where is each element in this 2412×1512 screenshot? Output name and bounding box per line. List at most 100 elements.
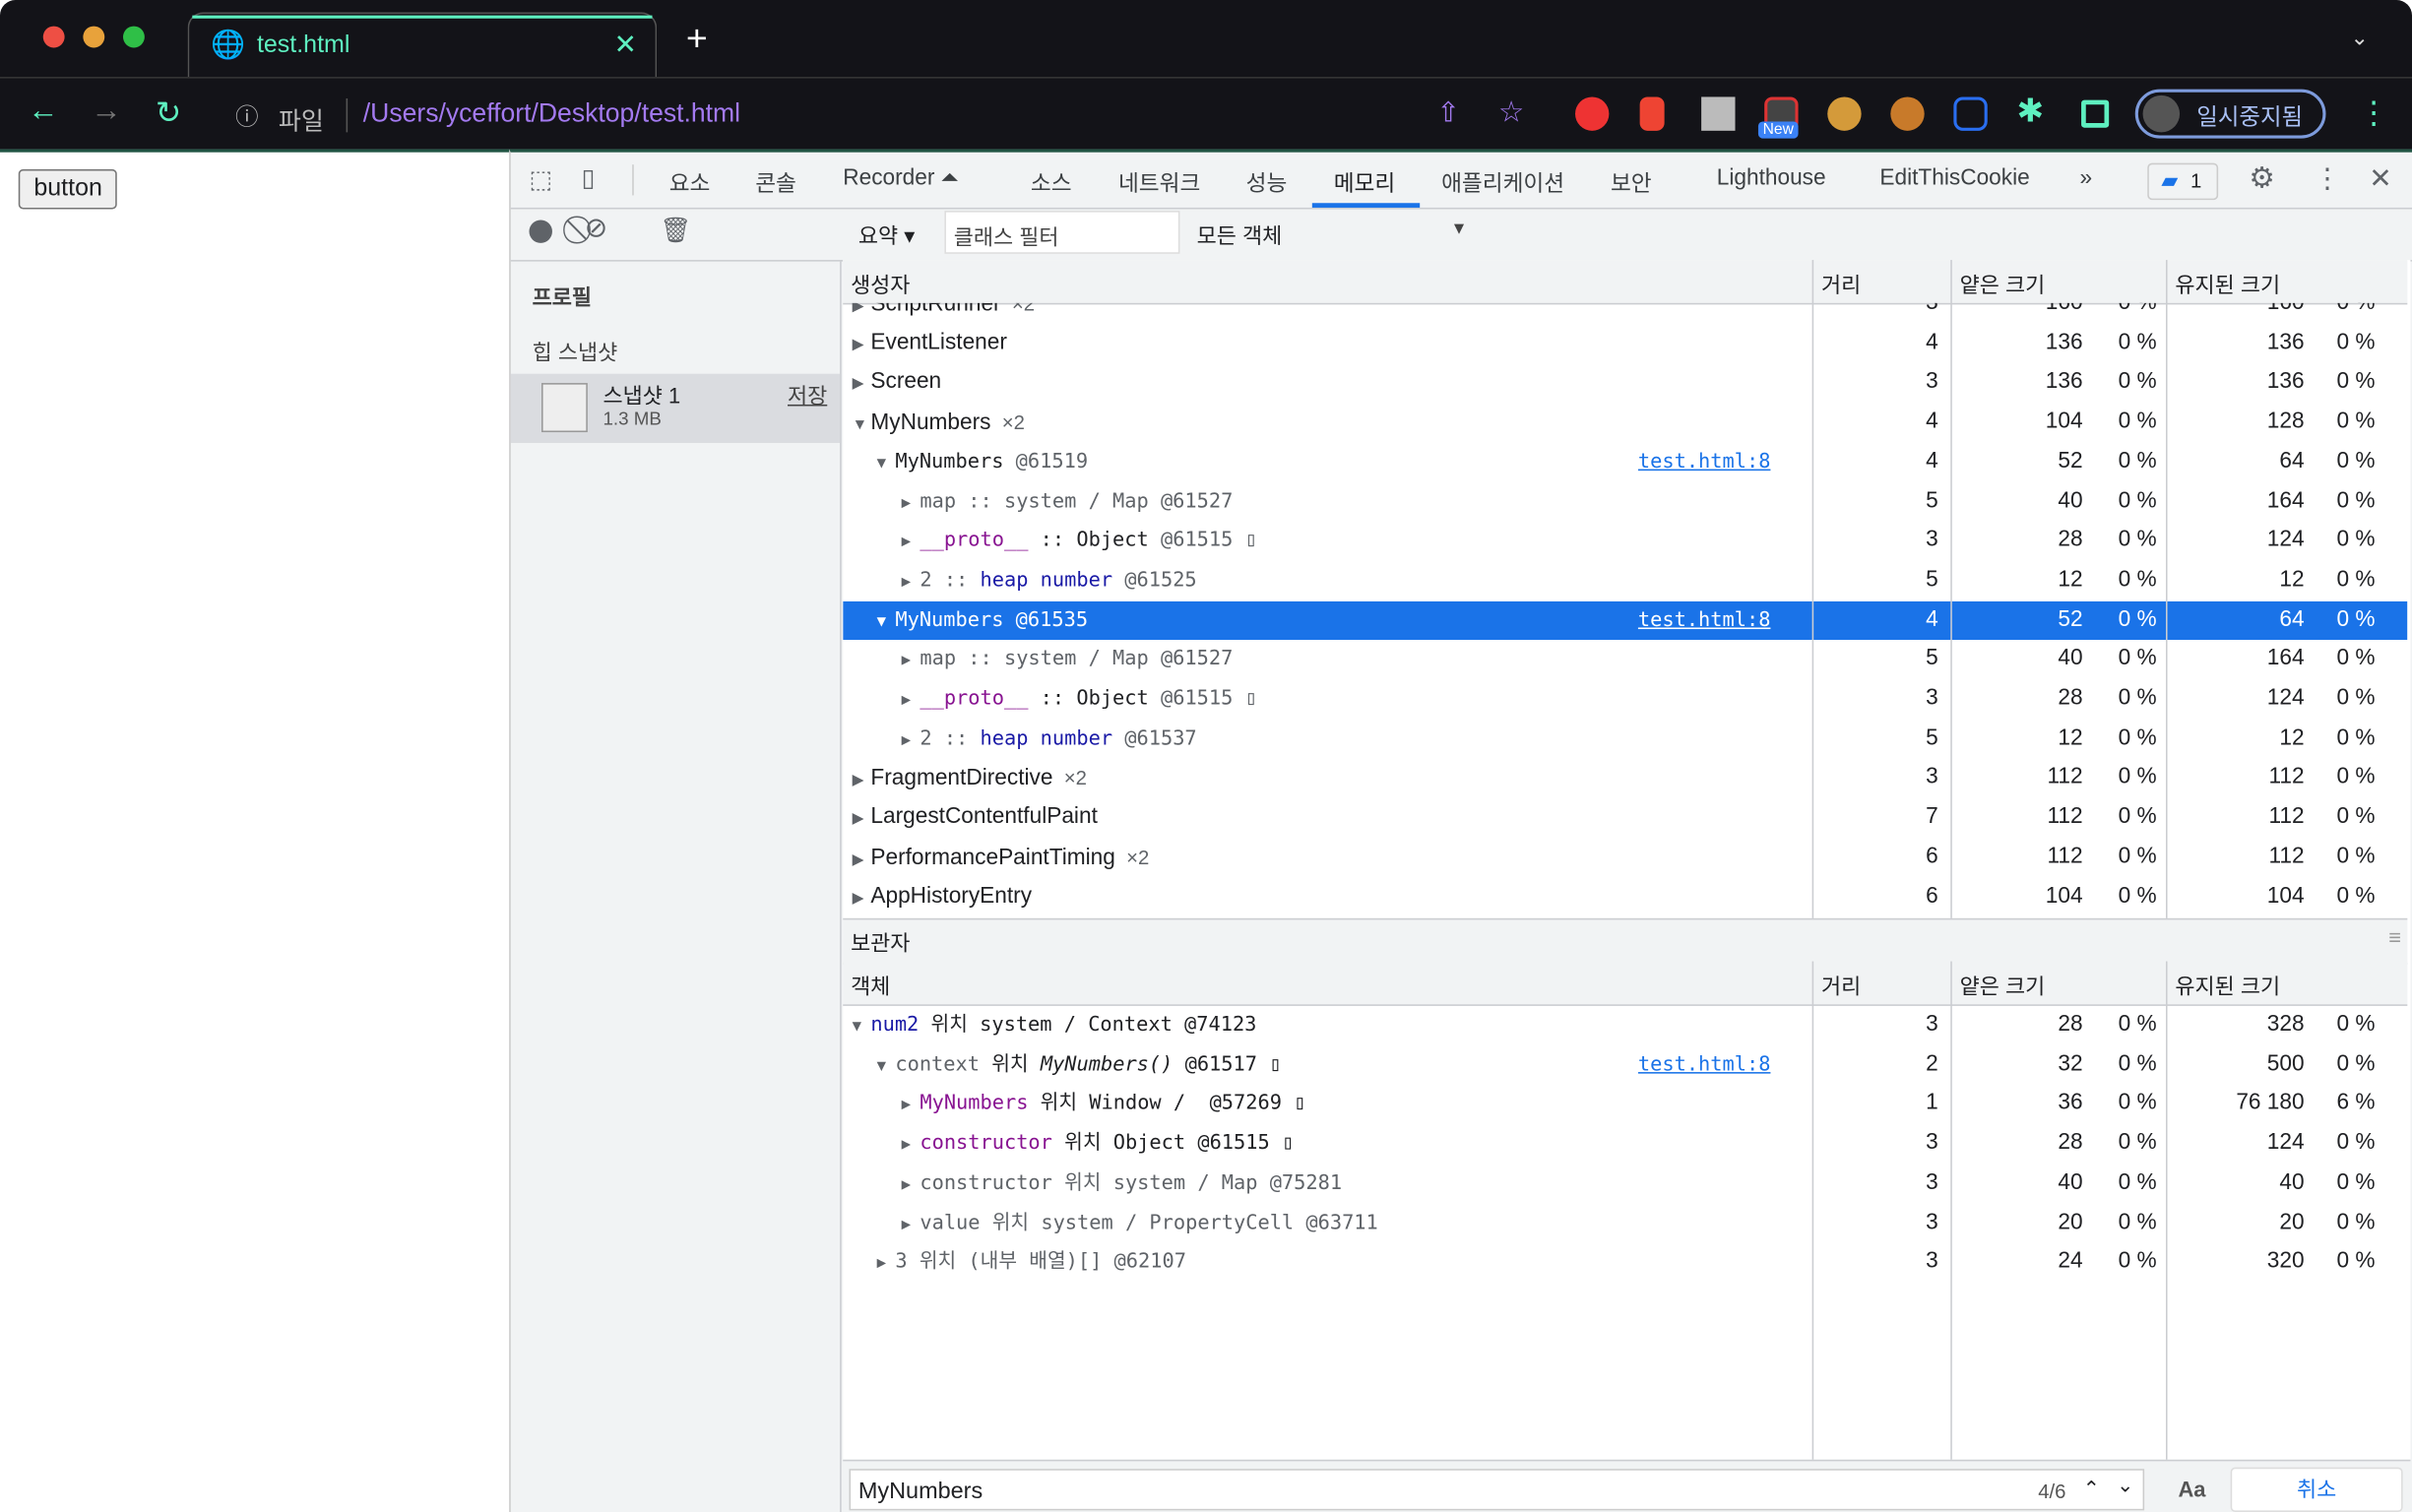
devtools-tab[interactable]: 콘솔: [755, 166, 796, 199]
col-constructor[interactable]: 생성자: [851, 269, 910, 299]
snapshot-item[interactable]: 스냅샷 1 1.3 MB 저장: [510, 373, 841, 443]
devtools-menu-icon[interactable]: ⋮: [2314, 163, 2341, 196]
adblock-extension-icon[interactable]: [1575, 96, 1610, 131]
close-devtools-icon[interactable]: ✕: [2369, 163, 2392, 196]
collapsed-triangle-icon[interactable]: ▶: [877, 1244, 896, 1284]
minimize-window-button[interactable]: [83, 26, 105, 48]
expanded-triangle-icon[interactable]: ▼: [877, 602, 896, 642]
table-row[interactable]: ▶ map :: system / Map @61527 5 40 0 % 164 0 %: [843, 640, 2407, 679]
table-row[interactable]: ▶ EventListener 4 136 0 % 136 0 %: [843, 324, 2407, 363]
close-window-button[interactable]: [42, 26, 65, 48]
devtools-tab[interactable]: 성능: [1246, 166, 1288, 199]
collapsed-triangle-icon[interactable]: ▶: [902, 563, 920, 602]
collapsed-triangle-icon[interactable]: ▶: [902, 721, 920, 760]
bookmark-star-icon[interactable]: ☆: [1498, 95, 1525, 131]
table-row[interactable]: ▶ ScriptRunner ×2 3 160 0 % 160 0 %: [843, 303, 2407, 324]
source-link[interactable]: test.html:8: [1638, 600, 1771, 640]
table-row[interactable]: ▶ 2 :: heap number @61537 5 12 0 % 12 0 %: [843, 720, 2407, 759]
expanded-triangle-icon[interactable]: ▼: [877, 1047, 896, 1087]
collapsed-triangle-icon[interactable]: ▶: [902, 1087, 920, 1126]
clear-all-icon[interactable]: ⊘: [585, 213, 608, 245]
source-link[interactable]: test.html:8: [1638, 443, 1771, 482]
browser-tab[interactable]: 🌐 test.html ✕: [187, 12, 658, 78]
table-row[interactable]: ▶ Screen 3 136 0 % 136 0 %: [843, 363, 2407, 403]
table-row[interactable]: ▶ FragmentDirective ×2 3 112 0 % 112 0 %: [843, 759, 2407, 798]
chevron-down-icon[interactable]: ▼: [1450, 220, 1467, 238]
source-link[interactable]: test.html:8: [1638, 1045, 1771, 1085]
reload-icon[interactable]: ↻: [156, 94, 181, 132]
table-row[interactable]: ▶ LargestContentfulPaint 7 112 0 % 112 0 %: [843, 798, 2407, 838]
maximize-window-button[interactable]: [123, 26, 145, 48]
col-retained[interactable]: 유지된 크기: [2175, 971, 2280, 1001]
class-filter-input[interactable]: 클래스 필터: [944, 211, 1180, 254]
record-icon[interactable]: [529, 220, 552, 243]
collapsed-triangle-icon[interactable]: ▶: [902, 524, 920, 563]
collapsed-triangle-icon[interactable]: ▶: [902, 1205, 920, 1244]
collapsed-triangle-icon[interactable]: ▶: [853, 841, 871, 880]
table-row[interactable]: ▶ 2 :: heap number @61525 5 12 0 % 12 0 %: [843, 561, 2407, 600]
expanded-triangle-icon[interactable]: ▼: [877, 444, 896, 483]
table-row[interactable]: ▶ __proto__ :: Object @61515 ▯ 3 28 0 % 124 0 …: [843, 680, 2407, 720]
expanded-triangle-icon[interactable]: ▼: [853, 1007, 871, 1046]
close-tab-icon[interactable]: ✕: [613, 30, 637, 62]
cancel-search-button[interactable]: 취소: [2230, 1467, 2403, 1512]
table-row[interactable]: ▼ context 위치 MyNumbers() @61517 ▯ test.htm…: [843, 1045, 2407, 1085]
object-filter-select[interactable]: 모든 객체: [1197, 220, 1283, 250]
settings-gear-icon[interactable]: ⚙: [2249, 161, 2275, 197]
col-distance[interactable]: 거리: [1821, 269, 1861, 299]
devtools-tab[interactable]: 애플리케이션: [1441, 166, 1564, 199]
back-icon[interactable]: ←: [28, 94, 58, 129]
cookie-extension-icon[interactable]: [1827, 96, 1862, 131]
issues-button[interactable]: ▰ 1: [2147, 162, 2219, 201]
next-match-icon[interactable]: ⌄: [2117, 1474, 2133, 1498]
collapsed-triangle-icon[interactable]: ▶: [853, 326, 871, 365]
col-object[interactable]: 객체: [851, 971, 890, 1001]
extension-gray-icon[interactable]: [1701, 96, 1736, 131]
share-icon[interactable]: ⇧: [1436, 96, 1460, 129]
table-row[interactable]: ▶ map :: system / Map @61527 5 40 0 % 164 0 %: [843, 482, 2407, 522]
collapsed-triangle-icon[interactable]: ▶: [853, 762, 871, 801]
table-row[interactable]: ▼ MyNumbers @61519 test.html:8 4 52 0 % 64 0 %: [843, 443, 2407, 482]
previous-match-icon[interactable]: ⌃: [2083, 1477, 2100, 1501]
address-bar[interactable]: /Users/yceffort/Desktop/test.html: [363, 98, 740, 129]
devtools-tab[interactable]: 메모리: [1334, 166, 1396, 199]
view-select[interactable]: 요약 ▾: [858, 220, 915, 250]
trash-icon[interactable]: 🗑: [660, 216, 691, 246]
table-row[interactable]: ▼ MyNumbers @61535 test.html:8 4 52 0 % 64 0 %: [843, 600, 2408, 642]
collapsed-triangle-icon[interactable]: ▶: [902, 483, 920, 523]
inspect-element-icon[interactable]: ⬚: [530, 164, 553, 195]
table-row[interactable]: ▼ num2 위치 system / Context @74123 3 28 0 % 32…: [843, 1006, 2407, 1045]
retainers-bar[interactable]: 보관자 ≡: [843, 917, 2408, 965]
new-tab-button[interactable]: +: [686, 19, 708, 62]
collapsed-triangle-icon[interactable]: ▶: [853, 800, 871, 840]
extensions-puzzle-icon[interactable]: ✱: [2016, 93, 2044, 131]
collapsed-triangle-icon[interactable]: ▶: [853, 879, 871, 918]
forward-icon[interactable]: →: [91, 94, 121, 129]
table-row[interactable]: ▶ constructor 위치 Object @61515 ▯ 3 28 0 % 124…: [843, 1124, 2407, 1164]
more-tabs-button[interactable]: »: [2080, 166, 2093, 191]
info-icon[interactable]: ⓘ: [235, 100, 258, 133]
table-row[interactable]: ▶ PerformancePaintTiming ×2 6 112 0 % 112 0 %: [843, 838, 2407, 877]
menu-kebab-icon[interactable]: ⋮: [2358, 94, 2388, 132]
col-shallow[interactable]: 얕은 크기: [1960, 269, 2046, 299]
table-row[interactable]: ▶ constructor 위치 system / Map @75281 3 40 0 …: [843, 1164, 2407, 1203]
devtools-tab[interactable]: 요소: [669, 166, 711, 199]
devtools-tab[interactable]: Lighthouse: [1717, 166, 1826, 191]
devtools-tab[interactable]: Recorder ⏶: [843, 166, 959, 191]
save-snapshot-link[interactable]: 저장: [788, 380, 827, 410]
table-row[interactable]: ▶ AppHistoryEntry 6 104 0 % 104 0 %: [843, 877, 2407, 916]
lighthouse-extension-icon[interactable]: [1639, 96, 1665, 131]
editthiscookie-extension-icon[interactable]: [1890, 96, 1925, 131]
collapsed-triangle-icon[interactable]: ▶: [902, 642, 920, 681]
devtools-tab[interactable]: 보안: [1611, 166, 1652, 199]
device-toolbar-icon[interactable]: ▯: [582, 163, 596, 194]
match-case-button[interactable]: Aa: [2179, 1477, 2206, 1501]
col-shallow[interactable]: 얕은 크기: [1960, 971, 2046, 1001]
table-row[interactable]: ▶ value 위치 system / PropertyCell @63711 3 2…: [843, 1204, 2407, 1243]
col-distance[interactable]: 거리: [1821, 971, 1861, 1001]
drag-handle-icon[interactable]: ≡: [2388, 924, 2401, 949]
side-panel-icon[interactable]: [2081, 99, 2110, 128]
profile-button[interactable]: 일시중지됨: [2134, 89, 2326, 139]
collapsed-triangle-icon[interactable]: ▶: [902, 1126, 920, 1166]
search-input[interactable]: MyNumbers 4/6 ⌃ ⌄: [849, 1469, 2145, 1511]
